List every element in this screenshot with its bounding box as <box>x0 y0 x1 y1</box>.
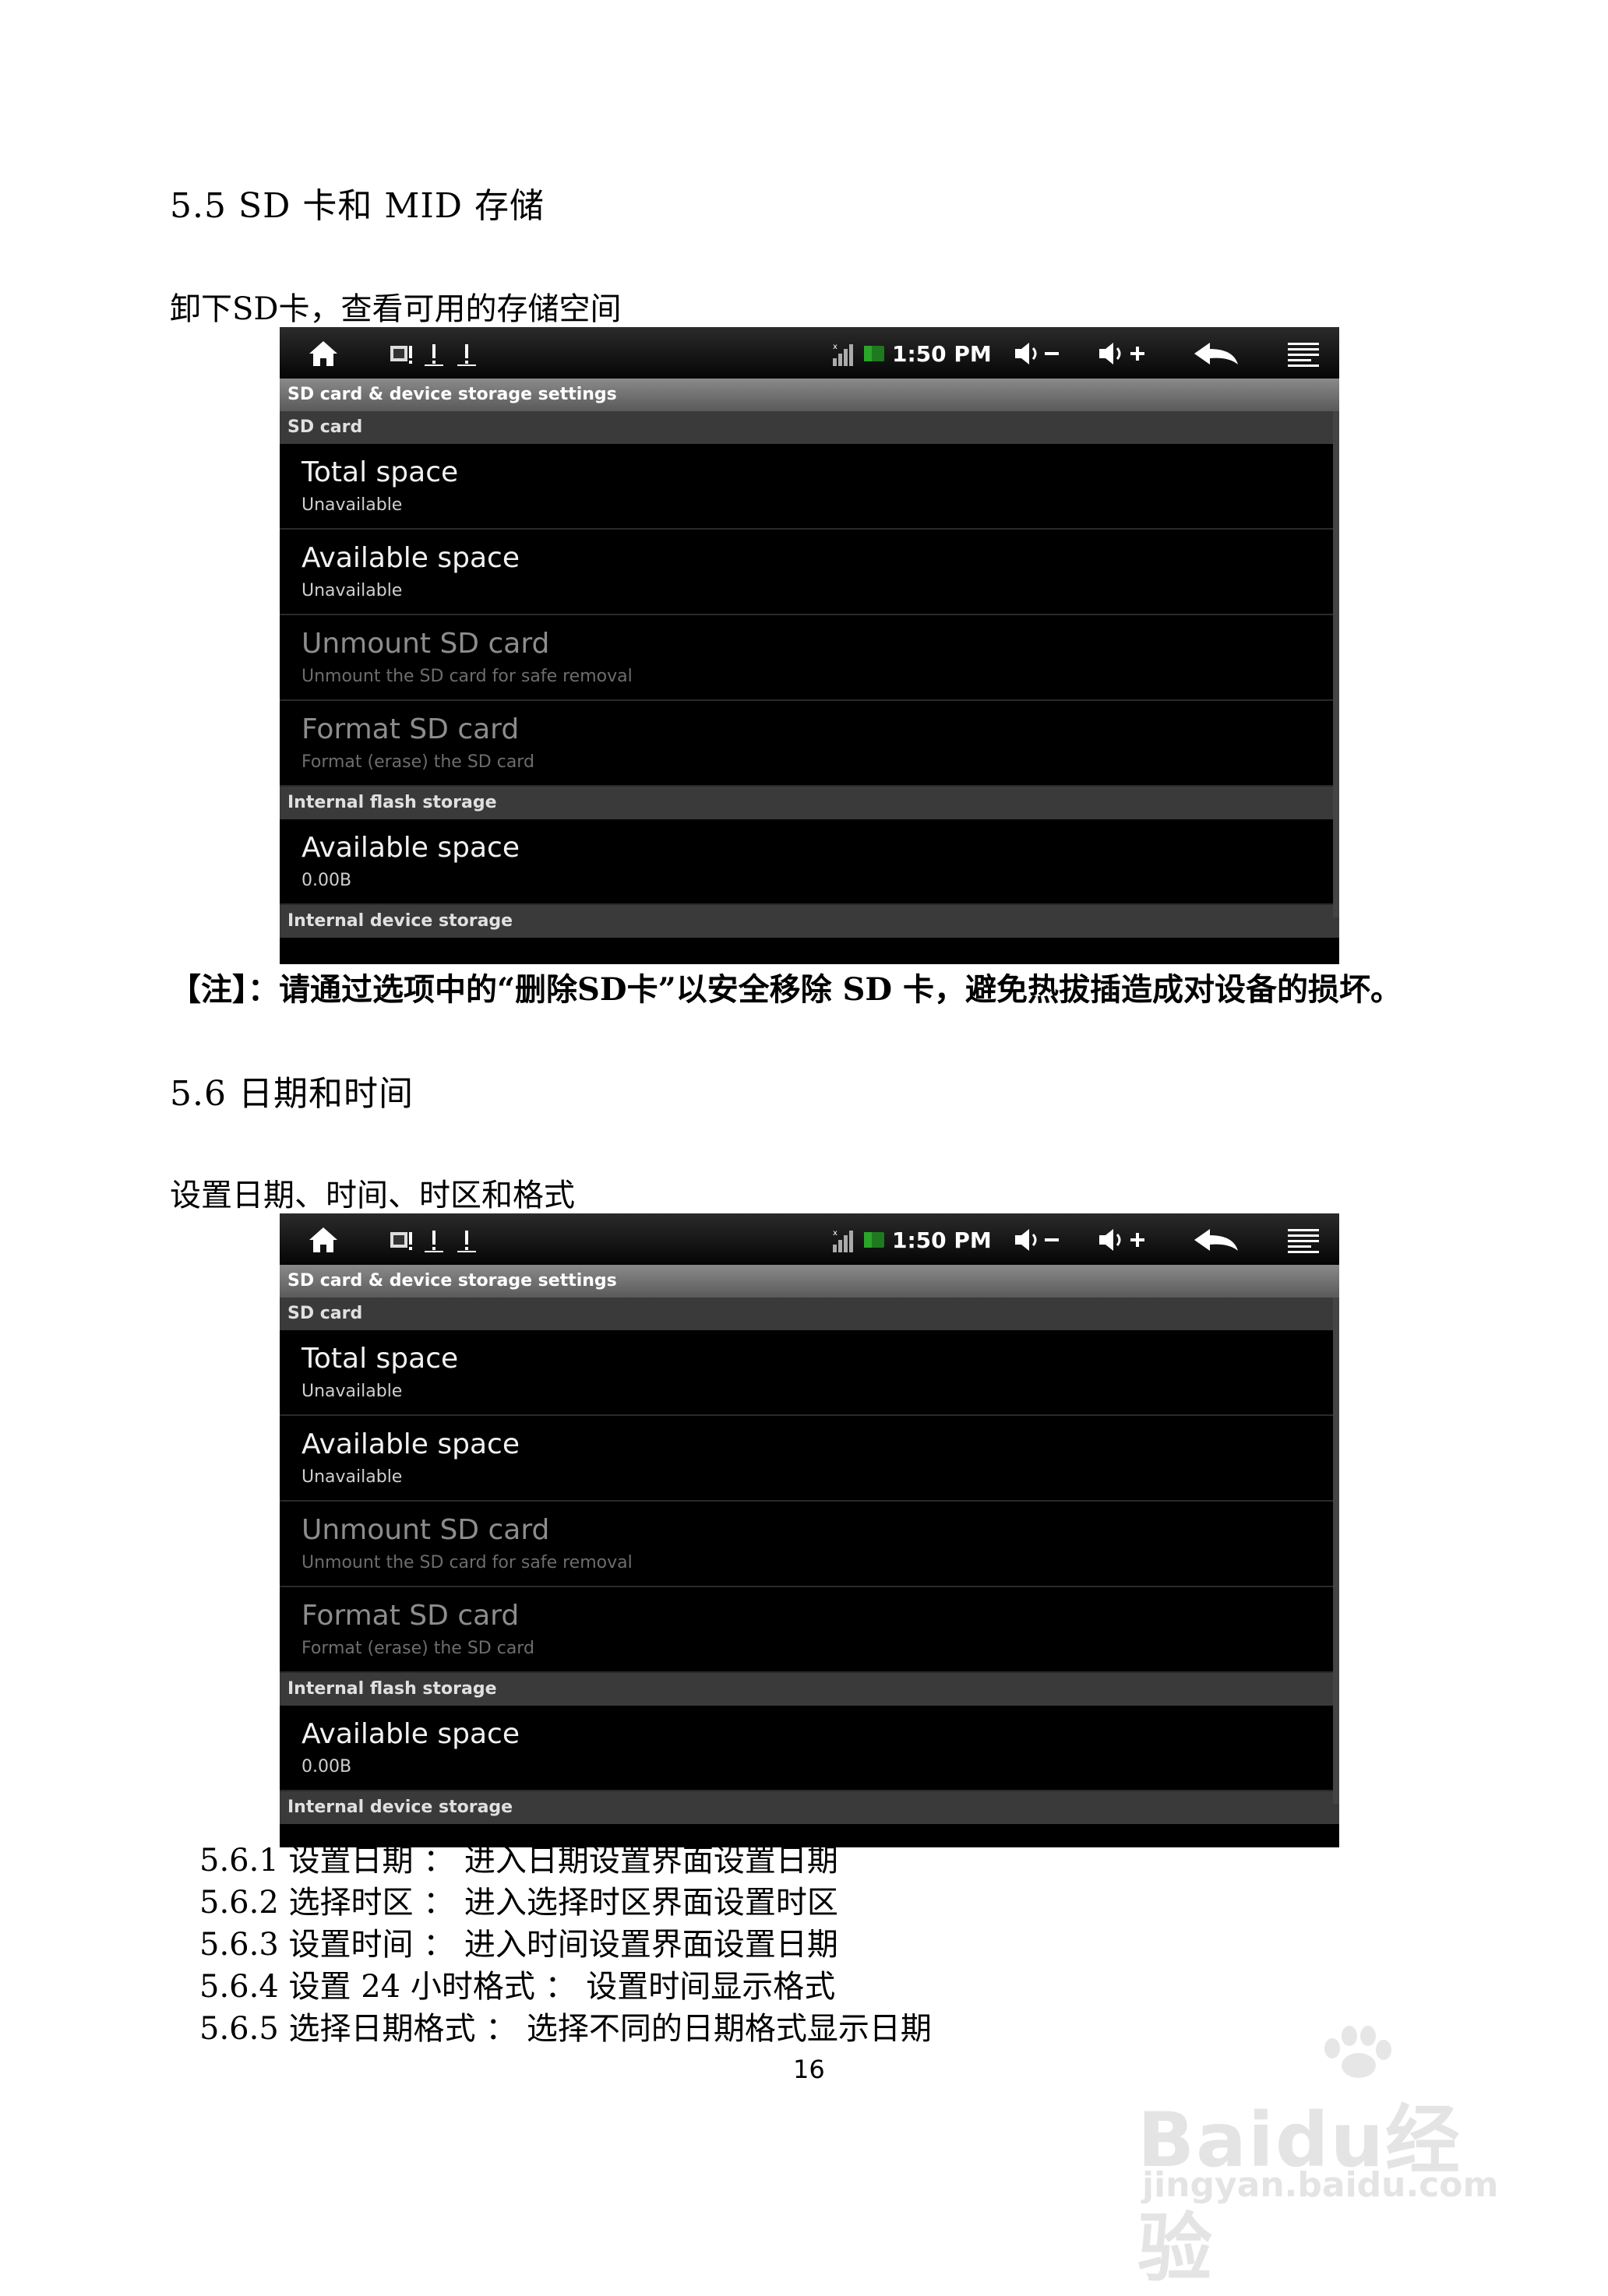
section-heading-5-6: 5.6 日期和时间 <box>170 1074 414 1114</box>
status-time: 1:50 PM <box>892 1227 992 1253</box>
available-space-row: Available space Unavailable <box>280 530 1333 615</box>
settings-title: SD card & device storage settings <box>280 1265 1339 1298</box>
row-summary: Unavailable <box>302 495 403 515</box>
section-intro-5-5: 卸下SD卡，查看可用的存储空间 <box>170 291 622 327</box>
signal-icon: x <box>831 338 858 369</box>
note-text: 【注】：请通过选项中的“删除SD卡”以安全移除 SD 卡，避免热拔插造成对设备的… <box>170 971 1402 1008</box>
sd-card-header: SD card <box>280 411 1339 444</box>
notification-icons <box>389 1224 482 1255</box>
scrollbar[interactable] <box>1333 1298 1339 1804</box>
list-item: 5.6.1 设置日期 ： 进入日期设置界面设置日期 <box>199 1843 838 1879</box>
battery-icon <box>862 338 886 369</box>
home-icon[interactable] <box>308 338 339 369</box>
row-summary: Unmount the SD card for safe removal <box>302 1553 633 1572</box>
row-summary: Unavailable <box>302 1382 403 1401</box>
row-title: Available space <box>302 1428 520 1460</box>
signal-icon: x <box>831 1224 858 1255</box>
battery-icon <box>862 1224 886 1255</box>
row-summary: Unmount the SD card for safe removal <box>302 667 633 686</box>
home-icon[interactable] <box>308 1224 339 1255</box>
row-summary: 0.00B <box>302 871 352 890</box>
baidu-jingyan-watermark: Baidu经验 jingyan.baidu.com <box>1137 2025 1527 2292</box>
row-summary: Format (erase) the SD card <box>302 752 534 772</box>
scrollbar[interactable] <box>1333 411 1339 917</box>
internal-flash-header: Internal flash storage <box>280 1673 1339 1706</box>
volume-down-icon[interactable] <box>1012 338 1063 369</box>
row-summary: 0.00B <box>302 1757 352 1777</box>
row-title: Total space <box>302 1343 459 1375</box>
row-title: Unmount SD card <box>302 628 550 660</box>
total-space-row: Total space Unavailable <box>280 1330 1333 1416</box>
row-title: Available space <box>302 1718 520 1750</box>
screenshot-storage-settings-1: x 1:50 PM SD card & device storage setti… <box>280 327 1339 964</box>
internal-device-header: Internal device storage <box>280 905 1339 938</box>
row-title: Available space <box>302 542 520 574</box>
row-title: Total space <box>302 456 459 488</box>
volume-down-icon[interactable] <box>1012 1224 1063 1255</box>
settings-title: SD card & device storage settings <box>280 379 1339 411</box>
menu-icon[interactable] <box>1286 1224 1321 1255</box>
back-icon[interactable] <box>1191 1224 1241 1255</box>
svg-text:x: x <box>833 1229 838 1238</box>
section-intro-5-6: 设置日期、时间、时区和格式 <box>170 1178 575 1213</box>
list-item: 5.6.2 选择时区 ： 进入选择时区界面设置时区 <box>199 1885 838 1921</box>
volume-up-icon[interactable] <box>1096 338 1151 369</box>
list-item: 5.6.3 设置时间 ： 进入时间设置界面设置日期 <box>199 1927 838 1963</box>
row-summary: Unavailable <box>302 1467 403 1487</box>
menu-icon[interactable] <box>1286 338 1321 369</box>
back-icon[interactable] <box>1191 338 1241 369</box>
row-title: Unmount SD card <box>302 1514 550 1546</box>
internal-flash-header: Internal flash storage <box>280 787 1339 819</box>
format-sd-card-row[interactable]: Format SD card Format (erase) the SD car… <box>280 701 1333 787</box>
row-summary: Format (erase) the SD card <box>302 1639 534 1658</box>
svg-text:x: x <box>833 343 838 351</box>
status-bar: x 1:50 PM <box>280 1213 1339 1265</box>
unmount-sd-card-row[interactable]: Unmount SD card Unmount the SD card for … <box>280 1502 1333 1587</box>
unmount-sd-card-row[interactable]: Unmount SD card Unmount the SD card for … <box>280 615 1333 701</box>
section-heading-5-5: 5.5 SD 卡和 MID 存储 <box>170 186 545 226</box>
row-title: Available space <box>302 832 520 864</box>
paw-icon <box>1324 2026 1391 2078</box>
available-space-row: Available space Unavailable <box>280 1416 1333 1502</box>
format-sd-card-row[interactable]: Format SD card Format (erase) the SD car… <box>280 1587 1333 1673</box>
notification-icons <box>389 338 482 369</box>
flash-available-space-row: Available space 0.00B <box>280 819 1333 905</box>
status-bar: x 1:50 PM <box>280 327 1339 379</box>
watermark-url: jingyan.baidu.com <box>1142 2165 1499 2205</box>
list-item: 5.6.5 选择日期格式 ： 选择不同的日期格式显示日期 <box>199 2011 932 2047</box>
total-space-row: Total space Unavailable <box>280 444 1333 530</box>
row-title: Format SD card <box>302 1600 520 1632</box>
volume-up-icon[interactable] <box>1096 1224 1151 1255</box>
internal-device-header: Internal device storage <box>280 1791 1339 1824</box>
list-item: 5.6.4 设置 24 小时格式 ： 设置时间显示格式 <box>199 1969 836 2005</box>
page-number: 16 <box>793 2055 825 2084</box>
sd-card-header: SD card <box>280 1298 1339 1330</box>
row-title: Format SD card <box>302 713 520 745</box>
flash-available-space-row: Available space 0.00B <box>280 1706 1333 1791</box>
status-time: 1:50 PM <box>892 340 992 367</box>
row-summary: Unavailable <box>302 581 403 600</box>
screenshot-storage-settings-2: x 1:50 PM SD card & device storage setti… <box>280 1213 1339 1847</box>
